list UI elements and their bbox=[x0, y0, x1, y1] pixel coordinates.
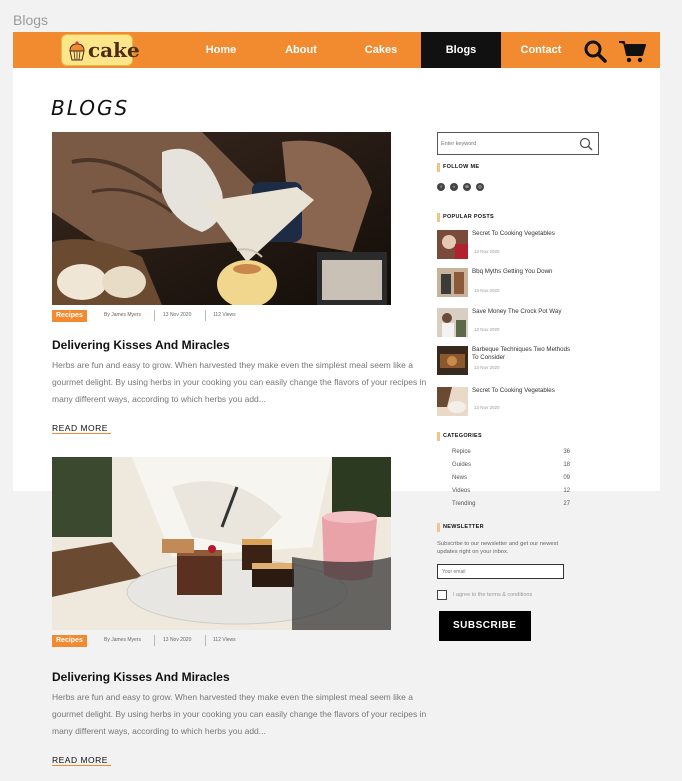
post-title[interactable]: Delivering Kisses And Miracles bbox=[52, 670, 230, 684]
read-more-link[interactable]: READ MORE bbox=[52, 423, 111, 434]
nav-blogs[interactable]: Blogs bbox=[421, 32, 501, 68]
popular-post-date: 13 Nov 2020 bbox=[474, 405, 500, 410]
popular-post-thumb bbox=[437, 387, 468, 416]
search-input[interactable] bbox=[441, 136, 571, 151]
category-name: Repice bbox=[452, 449, 471, 455]
post-views: 112 Views bbox=[213, 637, 236, 643]
popular-post-item[interactable]: Secret To Cooking Vegetables 13 Nov 2020 bbox=[437, 230, 577, 260]
newsletter-text: Subscribe to our newsletter and get our … bbox=[437, 541, 559, 555]
subscribe-button[interactable]: SUBSCRIBE bbox=[439, 611, 531, 641]
cart-icon[interactable] bbox=[618, 39, 646, 63]
post-title[interactable]: Delivering Kisses And Miracles bbox=[52, 338, 230, 352]
popular-post-item[interactable]: Barbeque Techniques Two Methods To Consi… bbox=[437, 346, 577, 376]
decorating-desserts-photo bbox=[52, 457, 391, 630]
popular-posts-heading: POPULAR POSTS bbox=[437, 213, 494, 222]
piping-cream-photo bbox=[52, 132, 391, 305]
cupcake-icon bbox=[69, 41, 85, 61]
popular-post-title: Bbq Myths Getting You Down bbox=[472, 268, 553, 275]
email-icon[interactable]: ✉ bbox=[463, 183, 471, 191]
post-image[interactable] bbox=[52, 132, 391, 305]
post-date: 13 Nov 2020 bbox=[163, 637, 192, 643]
category-badge[interactable]: Recipes bbox=[52, 310, 87, 322]
popular-post-title: Secret To Cooking Vegetables bbox=[472, 387, 555, 394]
popular-post-item[interactable]: Save Money The Crock Pot Way 13 Nov 2020 bbox=[437, 308, 577, 338]
popular-post-date: 13 Nov 2020 bbox=[474, 327, 500, 332]
nav-about[interactable]: About bbox=[261, 32, 341, 68]
category-name: News bbox=[452, 475, 468, 481]
read-more-link[interactable]: READ MORE bbox=[52, 755, 111, 766]
nav-cakes[interactable]: Cakes bbox=[341, 32, 421, 68]
category-item[interactable]: Guides 18 bbox=[452, 462, 570, 471]
popular-post-date: 13 Nov 2020 bbox=[474, 365, 500, 370]
category-count: 36 bbox=[563, 449, 570, 455]
popular-post-thumb bbox=[437, 230, 468, 259]
page-title: BLOGS bbox=[51, 96, 130, 120]
meta-divider bbox=[205, 635, 206, 646]
category-badge[interactable]: Recipes bbox=[52, 635, 87, 647]
frame-title: Blogs bbox=[13, 12, 49, 28]
post-author: By James Myers bbox=[104, 637, 141, 643]
terms-checkbox[interactable] bbox=[437, 590, 447, 600]
category-item[interactable]: Trending 27 bbox=[452, 501, 570, 510]
logo[interactable]: cake bbox=[61, 34, 140, 66]
category-item[interactable]: Videos 12 bbox=[452, 488, 570, 497]
category-name: Guides bbox=[452, 462, 472, 468]
post-excerpt: Herbs are fun and easy to grow. When har… bbox=[52, 692, 427, 736]
category-count: 09 bbox=[563, 475, 570, 481]
terms-label: I agree to the terms & conditions bbox=[453, 592, 533, 598]
newsletter-heading: NEWSLETTER bbox=[437, 523, 484, 532]
logo-text: cake bbox=[88, 38, 140, 62]
popular-post-item[interactable]: Secret To Cooking Vegetables 13 Nov 2020 bbox=[437, 387, 577, 417]
post-date: 13 Nov 2020 bbox=[163, 312, 192, 318]
category-item[interactable]: Repice 36 bbox=[452, 449, 570, 458]
email-field[interactable] bbox=[437, 564, 564, 579]
meta-divider bbox=[205, 310, 206, 321]
facebook-icon[interactable]: f bbox=[437, 183, 445, 191]
popular-post-thumb bbox=[437, 268, 468, 297]
sidebar-search bbox=[437, 132, 599, 155]
popular-post-date: 13 Nov 2020 bbox=[474, 288, 500, 293]
category-count: 12 bbox=[563, 488, 570, 494]
meta-divider bbox=[154, 310, 155, 321]
popular-post-item[interactable]: Bbq Myths Getting You Down 13 Nov 2020 bbox=[437, 268, 577, 298]
post-image[interactable] bbox=[52, 457, 391, 630]
nav-home[interactable]: Home bbox=[181, 32, 261, 68]
search-icon[interactable] bbox=[583, 39, 607, 63]
popular-post-thumb bbox=[437, 308, 468, 337]
navbar: cake Home About Cakes Blogs Contact bbox=[13, 32, 660, 68]
post-views: 112 Views bbox=[213, 312, 236, 318]
categories-heading: CATEGORIES bbox=[437, 432, 482, 441]
search-icon[interactable] bbox=[579, 137, 593, 151]
category-count: 18 bbox=[563, 462, 570, 468]
popular-post-date: 13 Nov 2020 bbox=[474, 249, 500, 254]
nav-contact[interactable]: Contact bbox=[501, 32, 581, 68]
category-count: 27 bbox=[563, 501, 570, 507]
popular-post-title: Secret To Cooking Vegetables bbox=[472, 230, 555, 237]
post-excerpt: Herbs are fun and easy to grow. When har… bbox=[52, 360, 427, 404]
instagram-icon[interactable]: ◎ bbox=[476, 183, 484, 191]
popular-post-title: Barbeque Techniques Two Methods To Consi… bbox=[472, 346, 571, 361]
twitter-icon[interactable]: t bbox=[450, 183, 458, 191]
category-name: Trending bbox=[452, 501, 476, 507]
popular-post-title: Save Money The Crock Pot Way bbox=[472, 308, 562, 315]
category-item[interactable]: News 09 bbox=[452, 475, 570, 484]
popular-post-thumb bbox=[437, 346, 468, 375]
post-meta: Recipes By James Myers 13 Nov 2020 112 V… bbox=[52, 635, 392, 647]
post-author: By James Myers bbox=[104, 312, 141, 318]
follow-heading: FOLLOW ME bbox=[437, 163, 479, 172]
post-meta: Recipes By James Myers 13 Nov 2020 112 V… bbox=[52, 310, 392, 322]
category-name: Videos bbox=[452, 488, 471, 494]
meta-divider bbox=[154, 635, 155, 646]
